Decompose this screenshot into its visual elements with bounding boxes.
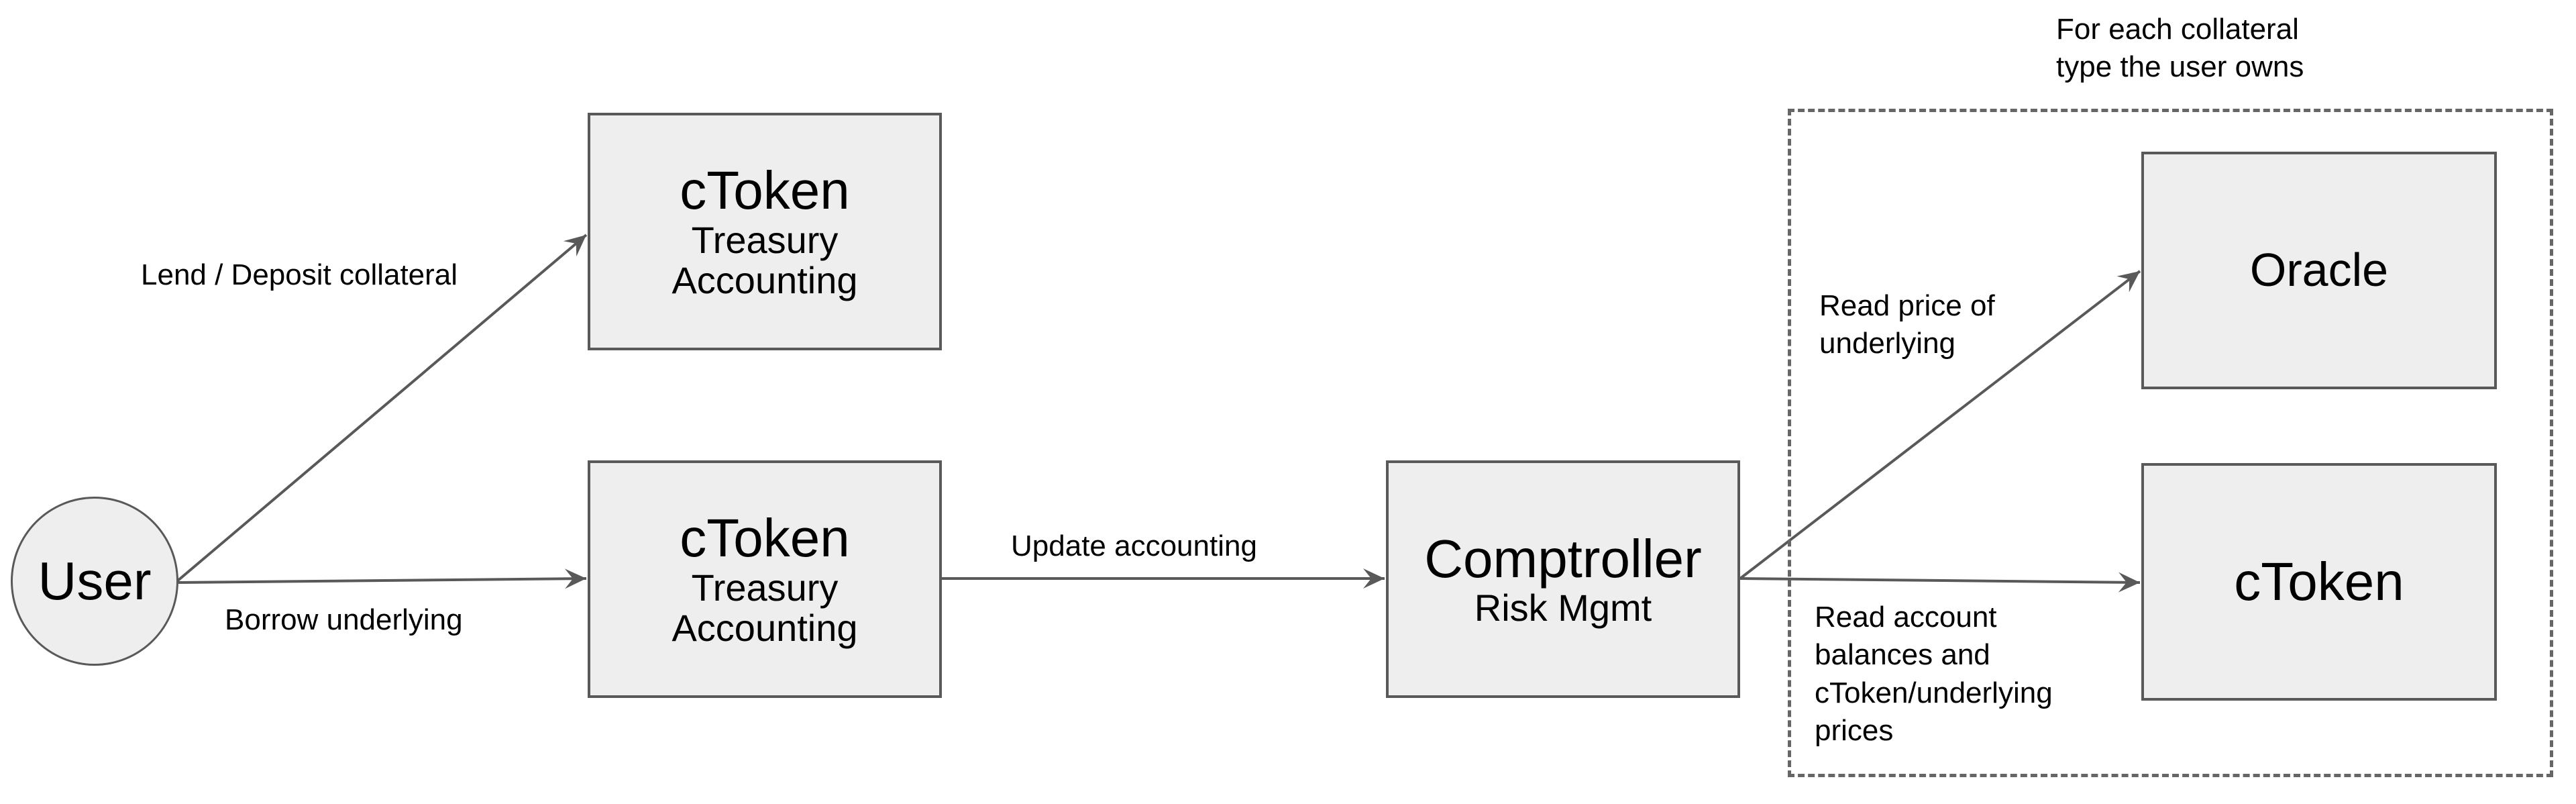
edge-label-update-accounting: Update accounting [1011,527,1257,565]
ctoken-top-line-1: Treasury [691,218,839,261]
edge-label-read-price-line-1: Read price of [1819,289,1995,322]
arrowhead-icon [563,235,586,257]
group-label: For each collateral type the user owns [2056,11,2304,87]
edge-label-update-accounting-line-1: Update accounting [1011,530,1257,562]
ctoken-mid-line-1: Treasury [691,566,839,609]
edge-label-read-account-line-4: prices [1815,713,1894,747]
comptroller-subtitle: Risk Mgmt [1474,586,1652,629]
comptroller-node[interactable]: Comptroller Risk Mgmt [1386,460,1740,698]
edge-label-lend-deposit: Lend / Deposit collateral [141,256,458,294]
arrowhead-icon [1363,568,1385,589]
arrowhead-icon [564,568,586,589]
edge-label-borrow: Borrow underlying [225,601,463,639]
ctoken-mid-line-2: Accounting [672,607,858,650]
edge-label-read-account: Read account balances and cToken/underly… [1815,599,2053,750]
edge-label-read-price: Read price of underlying [1819,287,1995,363]
edge-label-borrow-line-1: Borrow underlying [225,603,463,636]
comptroller-title: Comptroller [1424,528,1702,589]
ctoken-top-node[interactable]: cToken Treasury Accounting [588,113,942,350]
ctoken-mid-title: cToken [680,508,850,568]
user-node[interactable]: User [11,497,178,666]
ctoken-mid-node[interactable]: cToken Treasury Accounting [588,460,942,698]
ctoken-right-node[interactable]: cToken [2141,463,2497,701]
group-label-line-1: For each collateral [2056,13,2299,46]
oracle-node[interactable]: Oracle [2141,152,2497,389]
edge-label-read-account-line-3: cToken/underlying [1815,676,2053,709]
edge-label-lend-deposit-line-1: Lend / Deposit collateral [141,258,458,291]
ctoken-right-title: cToken [2234,551,2404,611]
oracle-title: Oracle [2249,244,2389,297]
edge-label-read-account-line-2: balances and [1815,638,1990,672]
ctoken-top-line-2: Accounting [672,259,858,302]
user-node-label: User [38,550,152,611]
edge-label-read-account-line-1: Read account [1815,601,1997,634]
ctoken-top-title: cToken [680,160,850,221]
edge-label-read-price-line-2: underlying [1819,327,1956,360]
group-label-line-2: type the user owns [2056,50,2304,84]
edge-user-to-ctoken-mid [178,577,587,584]
